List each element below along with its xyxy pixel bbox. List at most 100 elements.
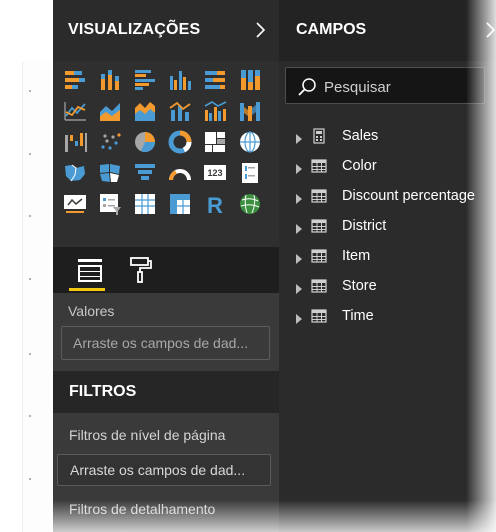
page-level-filters-drop-zone[interactable]: Arraste os campos de dad... <box>57 454 271 486</box>
table-icon <box>311 158 327 174</box>
waterfall-chart-icon <box>65 133 87 152</box>
field-item[interactable]: Time <box>279 302 496 330</box>
stacked-column-chart-button[interactable] <box>97 67 123 93</box>
card-button[interactable]: 123 <box>202 160 228 186</box>
fields-title: CAMPOS <box>296 21 367 38</box>
line-chart-button[interactable] <box>62 98 88 124</box>
scatter-chart-button[interactable] <box>97 129 123 155</box>
visualizations-title: VISUALIZAÇÕES <box>68 21 201 38</box>
visualizations-pane: VISUALIZAÇÕES ··· 123R <box>53 0 279 532</box>
canvas-marker <box>29 478 31 480</box>
filled-map-button[interactable] <box>62 160 88 186</box>
expand-arrow-icon[interactable] <box>295 161 303 174</box>
field-item[interactable]: Discount percentage <box>279 182 496 210</box>
matrix-button[interactable] <box>167 191 193 217</box>
filled-map-icon <box>65 164 85 182</box>
stacked-area-chart-button[interactable] <box>132 98 158 124</box>
values-drop-zone[interactable]: Arraste os campos de dad... <box>61 326 270 360</box>
area-chart-button[interactable] <box>97 98 123 124</box>
gauge-button[interactable] <box>167 160 193 186</box>
stacked-bar-chart-button[interactable] <box>62 67 88 93</box>
map-button[interactable] <box>237 129 263 155</box>
fields-tab[interactable] <box>75 255 105 289</box>
clustered-bar-chart-button[interactable] <box>132 67 158 93</box>
field-item-label: Item <box>342 248 371 264</box>
canvas-marker <box>29 278 31 280</box>
field-item[interactable]: Store <box>279 272 496 300</box>
expand-arrow-icon[interactable] <box>295 221 303 234</box>
expand-arrow-icon[interactable] <box>295 311 303 324</box>
donut-chart-button[interactable] <box>167 129 193 155</box>
fields-header: CAMPOS <box>279 0 496 61</box>
pie-chart-button[interactable] <box>132 129 158 155</box>
table-button[interactable] <box>132 191 158 217</box>
funnel-icon <box>135 164 155 180</box>
report-canvas[interactable] <box>0 0 53 532</box>
slicer-button[interactable] <box>97 191 123 217</box>
expand-arrow-icon[interactable] <box>295 251 303 264</box>
matrix-icon <box>170 194 190 214</box>
field-item-label: Color <box>342 158 377 174</box>
line-and-clustered-column-chart-button[interactable] <box>202 98 228 124</box>
field-wells: Valores Arraste os campos de dad... <box>53 293 279 371</box>
kpi-button[interactable] <box>62 191 88 217</box>
field-item-label: Time <box>342 308 374 324</box>
100-percent-stacked-bar-chart-button[interactable] <box>202 67 228 93</box>
multi-row-card-button[interactable] <box>237 160 263 186</box>
collapse-fields-chevron-icon[interactable] <box>482 18 496 42</box>
field-item-label: District <box>342 218 387 234</box>
paint-roller-icon <box>130 257 152 283</box>
canvas-marker <box>29 415 31 417</box>
visualizations-header: VISUALIZAÇÕES <box>53 0 279 61</box>
values-well-label: Valores <box>68 303 115 319</box>
100-percent-stacked-column-chart-icon <box>241 70 260 90</box>
line-and-stacked-column-chart-icon <box>169 101 191 121</box>
canvas-marker <box>29 90 31 92</box>
area-chart-icon <box>100 103 120 121</box>
slicer-icon <box>100 194 121 215</box>
r-script-visual-button[interactable]: R <box>202 191 228 217</box>
expand-arrow-icon[interactable] <box>295 191 303 204</box>
visualization-gallery: ··· 123R <box>53 61 279 305</box>
waterfall-chart-button[interactable] <box>62 129 88 155</box>
canvas-marker <box>29 153 31 155</box>
field-item[interactable]: Sales <box>279 122 496 150</box>
shape-map-button[interactable] <box>97 160 123 186</box>
calculator-icon <box>311 128 327 144</box>
report-page[interactable] <box>22 62 53 532</box>
line-and-stacked-column-chart-button[interactable] <box>167 98 193 124</box>
table-icon <box>311 248 327 264</box>
pie-chart-icon <box>135 132 156 153</box>
treemap-button[interactable] <box>202 129 228 155</box>
r-script-visual-icon: R <box>207 193 223 217</box>
filters-header: FILTROS <box>53 371 279 413</box>
ribbon-chart-button[interactable] <box>237 98 263 124</box>
search-input[interactable] <box>324 77 482 97</box>
line-and-clustered-column-chart-icon <box>204 101 227 121</box>
field-item[interactable]: Item <box>279 242 496 270</box>
collapse-visualizations-chevron-icon[interactable] <box>251 18 269 42</box>
field-item[interactable]: Color <box>279 152 496 180</box>
field-item-label: Sales <box>342 128 379 144</box>
100-percent-stacked-column-chart-button[interactable] <box>237 67 263 93</box>
multi-row-card-icon <box>242 163 258 183</box>
active-tab-indicator <box>69 288 105 291</box>
ribbon-chart-icon <box>240 102 260 121</box>
table-icon <box>311 188 327 204</box>
format-tab[interactable] <box>128 255 154 285</box>
funnel-button[interactable] <box>132 160 158 186</box>
table-icon <box>311 218 327 234</box>
expand-arrow-icon[interactable] <box>295 281 303 294</box>
clustered-column-chart-button[interactable] <box>167 67 193 93</box>
drillthrough-filters-label: Filtros de detalhamento <box>69 501 216 517</box>
card-icon: 123 <box>204 165 226 180</box>
expand-arrow-icon[interactable] <box>295 131 303 144</box>
field-item[interactable]: District <box>279 212 496 240</box>
scatter-chart-icon <box>101 133 121 150</box>
fields-search-box[interactable] <box>285 67 485 104</box>
svg-text:123: 123 <box>207 168 222 178</box>
arcgis-map-button[interactable] <box>237 191 263 217</box>
canvas-marker <box>29 353 31 355</box>
page-level-filters-label: Filtros de nível de página <box>69 427 226 443</box>
map-icon <box>240 131 260 153</box>
